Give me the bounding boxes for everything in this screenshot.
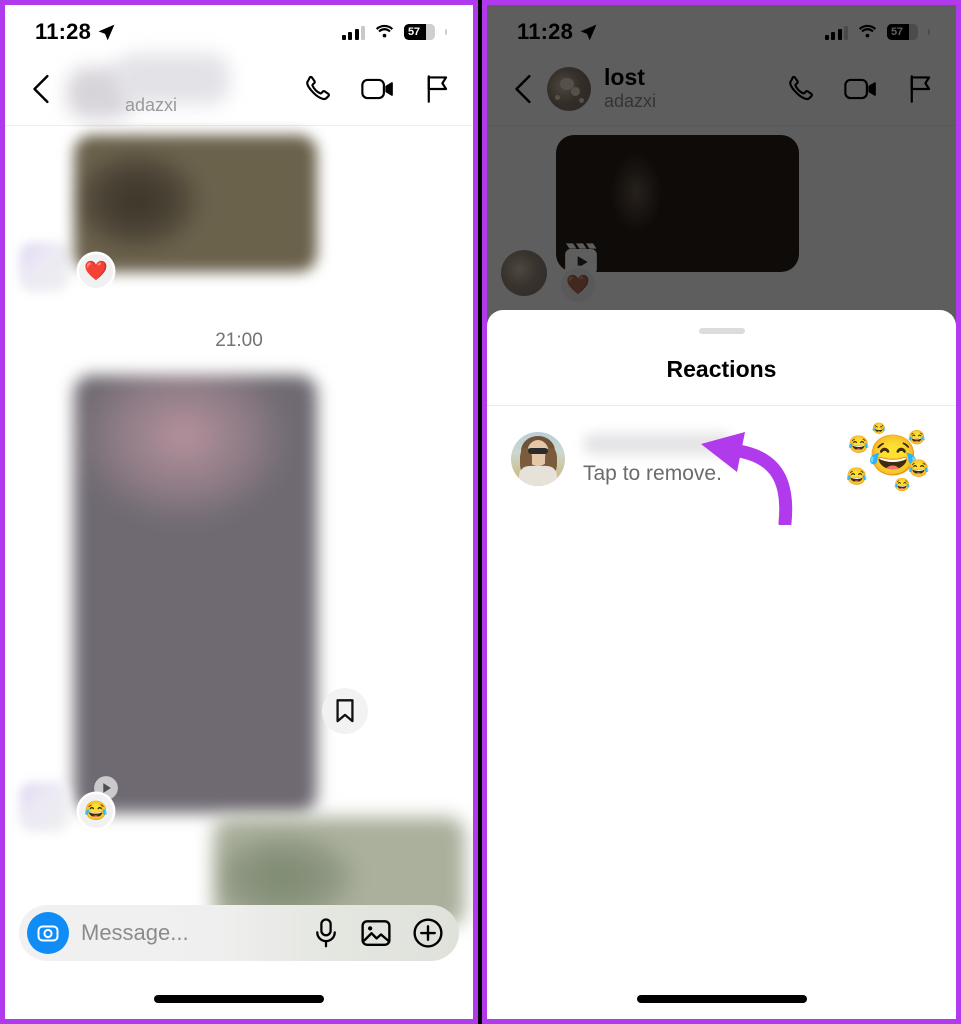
camera-glyph-icon [37, 925, 59, 942]
home-indicator-left [154, 995, 324, 1003]
phone-call-icon[interactable] [301, 73, 333, 105]
status-indicators-left: 57 [341, 24, 447, 40]
status-bar-left: 11:28 57 [5, 5, 473, 53]
message-reel[interactable] [74, 375, 317, 813]
drag-handle[interactable] [698, 328, 745, 334]
sender-avatar-2 [19, 782, 69, 832]
back-chevron-icon[interactable] [29, 74, 55, 104]
reaction-list-item[interactable]: Tap to remove. 😂 😂 😂 😂 😂 😂 😂 [487, 406, 956, 494]
status-time-left: 11:28 [35, 19, 116, 45]
message-input[interactable]: Message... [81, 920, 313, 946]
reaction-user-text: Tap to remove. [583, 432, 846, 486]
home-indicator-right [636, 995, 807, 1003]
wifi-icon [375, 24, 394, 38]
joy-emoji[interactable]: 😂 😂 😂 😂 😂 😂 😂 [846, 424, 932, 494]
battery-cap-icon [445, 29, 447, 35]
plus-circle-icon[interactable] [413, 918, 443, 948]
flag-icon[interactable] [423, 74, 453, 104]
user-avatar[interactable] [511, 432, 565, 486]
blurred-profile-left[interactable]: adazxi [67, 53, 267, 119]
conversation-left[interactable]: ❤️ 21:00 😂 Message... [5, 127, 473, 1019]
image-gallery-icon[interactable] [361, 919, 391, 947]
reactions-sheet: Reactions Tap to remove. 😂 😂 😂 😂 😂 😂 😂 [487, 310, 956, 1019]
cellular-bars-icon [341, 25, 365, 40]
joy-reaction[interactable]: 😂 [79, 794, 113, 828]
video-camera-icon[interactable] [361, 76, 395, 102]
bookmark-glyph-icon [336, 699, 354, 723]
camera-icon[interactable] [27, 912, 69, 954]
tap-to-remove-label[interactable]: Tap to remove. [583, 462, 846, 486]
battery-icon: 57 [404, 24, 435, 40]
message-composer[interactable]: Message... [19, 905, 459, 961]
right-phone-panel: 11:28 57 [482, 0, 961, 1024]
location-arrow-icon [98, 24, 115, 40]
message-photo-1[interactable] [74, 135, 317, 272]
sheet-title: Reactions [487, 356, 956, 406]
composer-actions [313, 918, 443, 948]
sender-avatar-1 [19, 242, 69, 292]
blurred-username [583, 432, 733, 455]
microphone-icon[interactable] [313, 918, 339, 948]
left-phone-panel: 11:28 57 adazxi ❤️ 21:00 😂 Message... [0, 0, 478, 1024]
status-time-text: 11:28 [35, 19, 92, 44]
bookmark-icon[interactable] [322, 688, 368, 734]
message-timestamp: 21:00 [215, 330, 263, 351]
heart-reaction[interactable]: ❤️ [79, 254, 113, 288]
header-username-left: adazxi [125, 95, 178, 115]
comparison-screenshot: 11:28 57 adazxi ❤️ 21:00 😂 Message... Re… [0, 0, 961, 1024]
chat-header-left: adazxi [5, 53, 473, 126]
header-actions-left [301, 73, 453, 105]
